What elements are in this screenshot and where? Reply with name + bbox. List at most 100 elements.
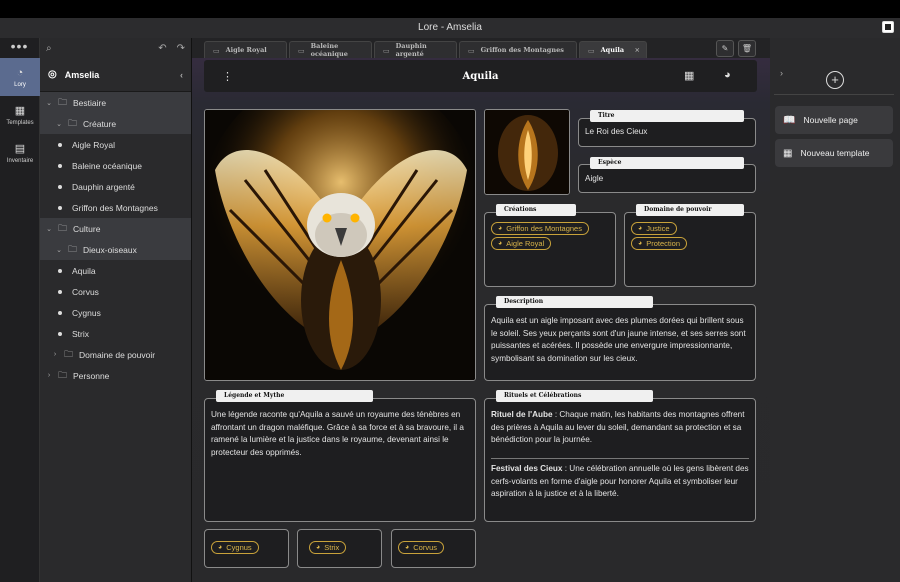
more-menu-icon[interactable]: ••• xyxy=(0,38,39,58)
rail-label: Inventaire xyxy=(6,158,34,164)
page-icon: ▭ xyxy=(383,45,390,55)
thumbnail-illustration xyxy=(485,110,569,194)
page-title: Aquila xyxy=(462,70,499,82)
folder-icon: 🗀 xyxy=(58,222,68,233)
layout-icon[interactable]: ▦ xyxy=(684,69,694,82)
chevron-right-icon[interactable]: › xyxy=(44,372,54,379)
legende-label: Légende et Mythe xyxy=(216,390,373,402)
eagle-illustration xyxy=(205,110,475,380)
tab-aquila[interactable]: ▭ Aquila × xyxy=(579,41,647,58)
tree-toolbar: ⌕ ↶ ↷ xyxy=(40,38,191,58)
tab-baleine[interactable]: ▭ Baleine océanique xyxy=(289,41,372,58)
tree-label: Dieux-oiseaux xyxy=(83,244,137,255)
tree-item-corvus[interactable]: Corvus xyxy=(40,281,191,302)
chip-justice[interactable]: ◕ Justice xyxy=(631,222,677,235)
kebab-menu-icon[interactable]: ⋮ xyxy=(222,70,233,83)
tree-label: Corvus xyxy=(72,286,99,297)
chip-corvus[interactable]: ◕ Corvus xyxy=(398,541,444,554)
divider xyxy=(774,94,894,95)
chip-protection[interactable]: ◕ Protection xyxy=(631,237,688,250)
tree-folder-culture[interactable]: ⌄ 🗀 Culture xyxy=(40,218,191,239)
redo-icon[interactable]: ↷ xyxy=(177,43,185,54)
workspace-header[interactable]: ◎ Amselia ‹ xyxy=(40,58,191,92)
mask-icon: ◕ xyxy=(405,544,410,551)
tab-aigle-royal[interactable]: ▭ Aigle Royal xyxy=(204,41,287,58)
domaine-chips: ◕ Justice ◕ Protection xyxy=(631,222,755,252)
book-icon: 📖 xyxy=(783,114,796,126)
description-field[interactable]: Aquila est un aigle imposant avec des pl… xyxy=(484,304,756,381)
chevron-right-icon[interactable]: › xyxy=(50,351,60,358)
new-page-button[interactable]: 📖 Nouvelle page xyxy=(775,106,893,134)
mask-icon: ◕ xyxy=(316,544,321,551)
titre-field[interactable]: Le Roi des Cieux xyxy=(578,118,756,147)
bullet-icon xyxy=(58,331,62,336)
mask-icon: ◕ xyxy=(498,225,503,232)
chevron-down-icon[interactable]: ⌄ xyxy=(54,246,64,254)
workspace-icon: ◎ xyxy=(48,69,57,80)
tree-label: Bestiaire xyxy=(73,97,107,108)
ritual-2: Festival des Cieux : Une célébration ann… xyxy=(491,463,749,501)
close-icon[interactable]: × xyxy=(635,46,640,54)
rail-item-templates[interactable]: ▦ Templates xyxy=(0,96,40,134)
rail-item-lory[interactable]: ◔ Lory xyxy=(0,58,40,96)
divider xyxy=(491,458,749,459)
tree-label: Aigle Royal xyxy=(72,139,115,150)
chip-strix[interactable]: ◕ Strix xyxy=(309,541,347,554)
undo-icon[interactable]: ↶ xyxy=(158,43,166,54)
mask-icon: ◕ xyxy=(638,240,643,247)
related-card-cygnus[interactable]: ◕ Cygnus xyxy=(204,529,289,568)
chip-label: Justice xyxy=(646,224,670,233)
search-icon[interactable]: ⌕ xyxy=(46,43,52,54)
tree-folder-domaine[interactable]: › 🗀 Domaine de pouvoir xyxy=(40,344,191,365)
bullet-icon xyxy=(58,184,62,189)
edit-icon[interactable]: ✎ xyxy=(716,40,734,57)
tab-griffon[interactable]: ▭ Griffon des Montagnes xyxy=(459,41,577,58)
tree-panel: ⌕ ↶ ↷ ◎ Amselia ‹ ⌄ 🗀 Bestiaire ⌄ 🗀 Créature… xyxy=(40,38,192,582)
tree-label: Griffon des Montagnes xyxy=(72,202,158,213)
tree-item-cygnus[interactable]: Cygnus xyxy=(40,302,191,323)
related-card-corvus[interactable]: ◕ Corvus xyxy=(391,529,476,568)
template-icon: ▦ xyxy=(783,147,793,159)
tab-label: Griffon des Montagnes xyxy=(480,46,564,54)
chip-aigle-royal[interactable]: ◕ Aigle Royal xyxy=(491,237,552,250)
legende-field[interactable]: Une légende raconte qu'Aquila a sauvé un… xyxy=(204,398,476,522)
chip-label: Strix xyxy=(324,543,340,552)
collapse-panel-icon[interactable]: ‹ xyxy=(180,70,183,80)
bullet-icon xyxy=(58,310,62,315)
chip-griffon[interactable]: ◕ Griffon des Montagnes xyxy=(491,222,589,235)
tree-item-baleine[interactable]: Baleine océanique xyxy=(40,155,191,176)
tree-folder-creature[interactable]: ⌄ 🗀 Créature xyxy=(40,113,191,134)
tree-item-griffon[interactable]: Griffon des Montagnes xyxy=(40,197,191,218)
bullet-icon xyxy=(58,268,62,273)
tree-item-dauphin[interactable]: Dauphin argenté xyxy=(40,176,191,197)
folder-icon: 🗀 xyxy=(58,96,68,107)
add-icon[interactable]: + xyxy=(826,71,844,89)
tree-item-aigle-royal[interactable]: Aigle Royal xyxy=(40,134,191,155)
thumbnail-image[interactable] xyxy=(484,109,570,195)
tree-folder-bestiaire[interactable]: ⌄ 🗀 Bestiaire xyxy=(40,92,191,113)
domaine-field: ◕ Justice ◕ Protection xyxy=(624,212,756,287)
page-header: ⋮ Aquila ▦ ◕ xyxy=(204,60,757,92)
mask-icon: ◕ xyxy=(638,225,643,232)
window-title: Lore - Amselia xyxy=(418,22,482,33)
delete-icon[interactable]: 🗑 xyxy=(738,40,756,57)
chevron-down-icon[interactable]: ⌄ xyxy=(44,225,54,233)
tree-item-aquila[interactable]: Aquila xyxy=(40,260,191,281)
rituels-field[interactable]: Rituel de l'Aube : Chaque matin, les hab… xyxy=(484,398,756,522)
chevron-right-icon[interactable]: › xyxy=(780,68,783,78)
rail-item-inventaire[interactable]: ▤ Inventaire xyxy=(0,134,40,172)
chevron-down-icon[interactable]: ⌄ xyxy=(44,99,54,107)
related-card-strix[interactable]: ◕ Strix xyxy=(297,529,382,568)
description-text: Aquila est un aigle imposant avec des pl… xyxy=(491,316,746,363)
chip-label: Protection xyxy=(646,239,681,248)
tree-folder-dieux-oiseaux[interactable]: ⌄ 🗀 Dieux-oiseaux xyxy=(40,239,191,260)
window-control-icon[interactable] xyxy=(882,21,894,33)
tree-folder-personne[interactable]: › 🗀 Personne xyxy=(40,365,191,386)
tab-dauphin[interactable]: ▭ Dauphin argenté xyxy=(374,41,457,58)
tree-item-strix[interactable]: Strix xyxy=(40,323,191,344)
chip-cygnus[interactable]: ◕ Cygnus xyxy=(211,541,259,554)
tab-label: Aigle Royal xyxy=(225,46,267,54)
new-template-button[interactable]: ▦ Nouveau template xyxy=(775,139,893,167)
mask-icon[interactable]: ◕ xyxy=(724,69,731,81)
chevron-down-icon[interactable]: ⌄ xyxy=(54,120,64,128)
